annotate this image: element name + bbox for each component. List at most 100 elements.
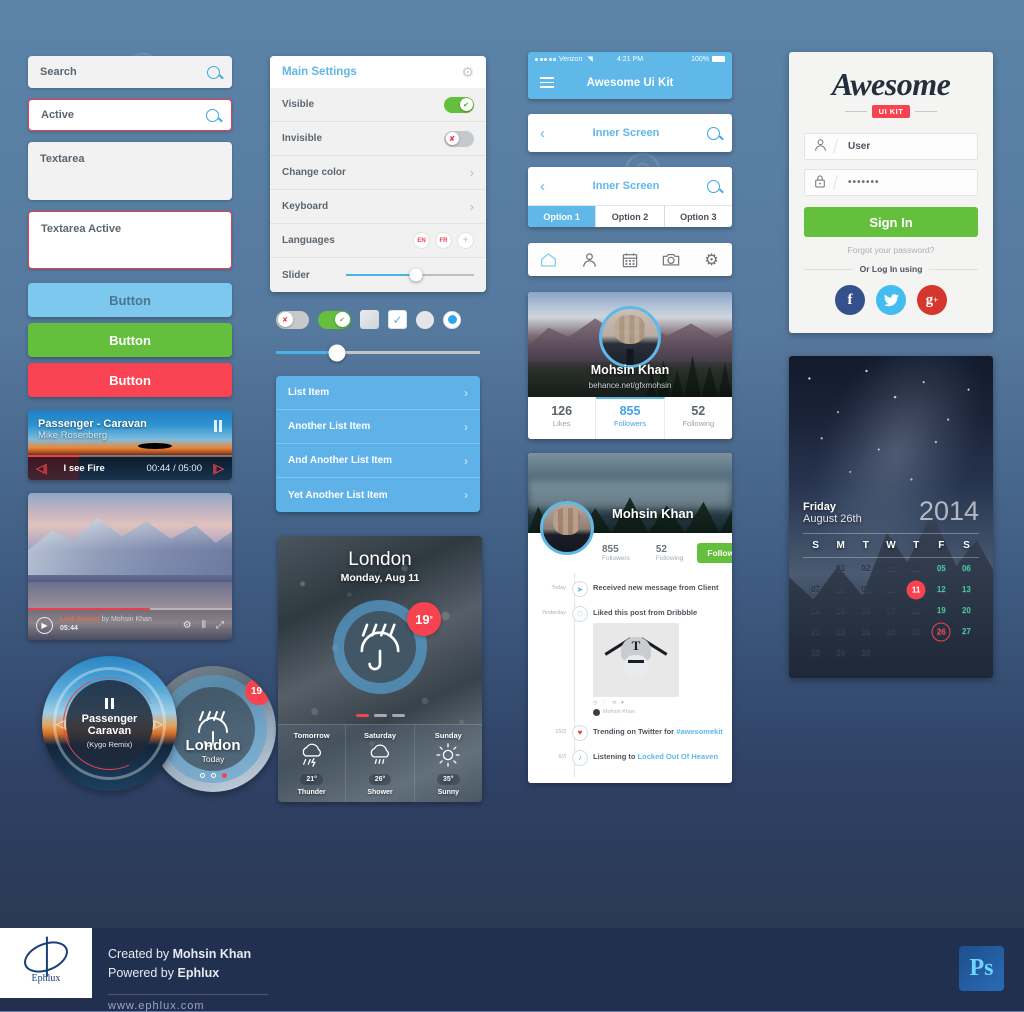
search-input-active[interactable]: Active xyxy=(28,99,232,131)
facebook-icon[interactable]: f xyxy=(835,285,865,315)
avatar[interactable] xyxy=(540,501,594,555)
calendar-day[interactable]: 06 xyxy=(954,558,979,579)
circular-music-widget[interactable]: ◁| |▷ Passenger Caravan (Kygo Remix) xyxy=(42,656,177,791)
calendar-day[interactable]: 18 xyxy=(904,600,929,621)
language-en[interactable]: EN xyxy=(413,232,430,249)
list-item[interactable]: And Another List Item › xyxy=(276,444,480,478)
signin-button[interactable]: Sign In xyxy=(804,207,978,237)
calendar-day[interactable]: 26 xyxy=(929,621,954,642)
calendar-day[interactable]: 04 xyxy=(904,558,929,579)
button-red[interactable]: Button xyxy=(28,363,232,397)
calendar-day[interactable]: 23 xyxy=(853,621,878,642)
calendar-day[interactable]: 24 xyxy=(878,621,903,642)
calendar-day[interactable]: 01 xyxy=(828,558,853,579)
calendar-day[interactable]: 11 xyxy=(904,579,929,600)
weather-page-dots[interactable] xyxy=(278,714,482,717)
stat-following[interactable]: 52 Following xyxy=(656,544,683,562)
toggle-on[interactable]: ✔ xyxy=(318,310,351,329)
calendar-day[interactable]: 16 xyxy=(853,600,878,621)
forgot-password-link[interactable]: Forgot your password? xyxy=(804,245,978,255)
button-green[interactable]: Button xyxy=(28,323,232,357)
big-slider[interactable] xyxy=(276,344,480,361)
footer-website[interactable]: www.ephlux.com xyxy=(108,1000,205,1012)
checkbox-checked[interactable]: ✓ xyxy=(388,310,407,329)
segment-option-2[interactable]: Option 2 xyxy=(596,206,665,227)
pause-icon[interactable] xyxy=(214,420,222,432)
toggle-off[interactable]: ✘ xyxy=(276,310,309,329)
gear-icon[interactable]: ⚙ xyxy=(183,620,192,631)
calendar-day[interactable]: 19 xyxy=(929,600,954,621)
fullscreen-icon[interactable]: ⤢ xyxy=(216,620,224,631)
calendar-day[interactable]: 28 xyxy=(803,642,828,663)
calendar-day[interactable]: 27 xyxy=(954,621,979,642)
calendar-day[interactable]: 30 xyxy=(853,642,878,663)
stat-following[interactable]: 52 Following xyxy=(665,397,732,439)
calendar-day[interactable]: 12 xyxy=(929,579,954,600)
search-icon[interactable] xyxy=(707,126,720,140)
username-field[interactable]: User xyxy=(804,133,978,160)
segment-option-1[interactable]: Option 1 xyxy=(528,206,597,227)
calendar-day[interactable]: 17 xyxy=(878,600,903,621)
settings-row-visible[interactable]: Visible ✔ xyxy=(270,88,486,122)
home-icon[interactable] xyxy=(528,252,569,268)
feed-item[interactable]: 15/3 ♥ Trending on Twitter for #awesomek… xyxy=(534,723,724,741)
gear-icon[interactable]: ⚙ xyxy=(461,64,474,81)
stat-likes[interactable]: 126 Likes xyxy=(528,397,597,439)
calendar-day[interactable]: 15 xyxy=(828,600,853,621)
toggle-invisible[interactable]: ✘ xyxy=(444,130,474,147)
segment-option-3[interactable]: Option 3 xyxy=(665,206,732,227)
previous-icon[interactable]: ◁| xyxy=(36,462,48,475)
gear-icon[interactable]: ⚙ xyxy=(691,250,732,270)
calendar-day[interactable]: 05 xyxy=(929,558,954,579)
user-icon[interactable] xyxy=(569,252,610,268)
pause-icon[interactable] xyxy=(105,697,114,709)
search-input[interactable]: Search xyxy=(28,56,232,88)
weather-card[interactable]: London Monday, Aug 11 19 ° Tomorrow 21° … xyxy=(278,536,482,802)
forecast-day[interactable]: Tomorrow 21° Thunder xyxy=(278,725,347,802)
settings-slider[interactable] xyxy=(346,268,474,282)
feed-link[interactable]: #awesomekit xyxy=(676,727,723,736)
feed-image[interactable] xyxy=(593,622,679,697)
next-icon[interactable]: |▷ xyxy=(212,462,224,475)
feed-item[interactable]: Today ➤ Received new message from Client xyxy=(534,579,724,597)
calendar-day[interactable]: 14 xyxy=(803,600,828,621)
language-fr[interactable]: FR xyxy=(435,232,452,249)
settings-row-slider[interactable]: Slider xyxy=(270,258,486,292)
textarea-active[interactable]: Textarea Active xyxy=(28,211,232,269)
hamburger-menu-icon[interactable] xyxy=(540,77,554,88)
feed-item[interactable]: 6/3 ♪ Listening to Locked Out Of Heaven xyxy=(534,748,724,766)
calendar-day[interactable]: 20 xyxy=(954,600,979,621)
googleplus-icon[interactable]: g + xyxy=(917,285,947,315)
music-player[interactable]: Passenger - Caravan Mike Rosenberg ◁| I … xyxy=(28,410,232,480)
feed-item[interactable]: Yesterday ♡ Liked this post from Dribbbl… xyxy=(534,604,724,716)
calendar-day[interactable]: 29 xyxy=(828,642,853,663)
calendar-day[interactable]: 21 xyxy=(803,621,828,642)
stat-followers[interactable]: 855 Followers xyxy=(602,544,630,562)
camera-icon[interactable] xyxy=(650,252,691,267)
follow-button[interactable]: Follow xyxy=(697,543,732,563)
avatar[interactable] xyxy=(599,306,661,368)
settings-row-change-color[interactable]: Change color › xyxy=(270,156,486,190)
list-item[interactable]: Yet Another List Item › xyxy=(276,478,480,512)
calendar-day[interactable]: 02 xyxy=(853,558,878,579)
password-field[interactable]: ••••••• xyxy=(804,169,978,196)
forecast-day[interactable]: Sunday 35° Sunny xyxy=(415,725,482,802)
toggle-visible[interactable]: ✔ xyxy=(444,96,474,113)
calendar-day[interactable]: 03 xyxy=(878,558,903,579)
textarea[interactable]: Textarea xyxy=(28,142,232,200)
calendar-day[interactable]: 25 xyxy=(904,621,929,642)
equalizer-icon[interactable]: ⦀ xyxy=(202,620,206,631)
video-player[interactable]: ▶ Last Sunset by Mohsin Khan 05:44 ⚙ ⦀ ⤢ xyxy=(28,493,232,640)
forecast-day[interactable]: Saturday 26° Shower xyxy=(346,725,415,802)
settings-row-keyboard[interactable]: Keyboard › xyxy=(270,190,486,224)
radio-selected[interactable] xyxy=(443,310,461,329)
list-item[interactable]: List Item › xyxy=(276,376,480,410)
calendar-day[interactable]: 10 xyxy=(878,579,903,600)
calendar-day[interactable]: 08 xyxy=(828,579,853,600)
next-icon[interactable]: |▷ xyxy=(152,717,163,730)
button-blue[interactable]: Button xyxy=(28,283,232,317)
feed-link[interactable]: Locked Out Of Heaven xyxy=(638,752,718,761)
settings-row-languages[interactable]: Languages EN FR + xyxy=(270,224,486,258)
calendar-day[interactable]: 07 xyxy=(803,579,828,600)
calendar-icon[interactable] xyxy=(610,252,651,268)
